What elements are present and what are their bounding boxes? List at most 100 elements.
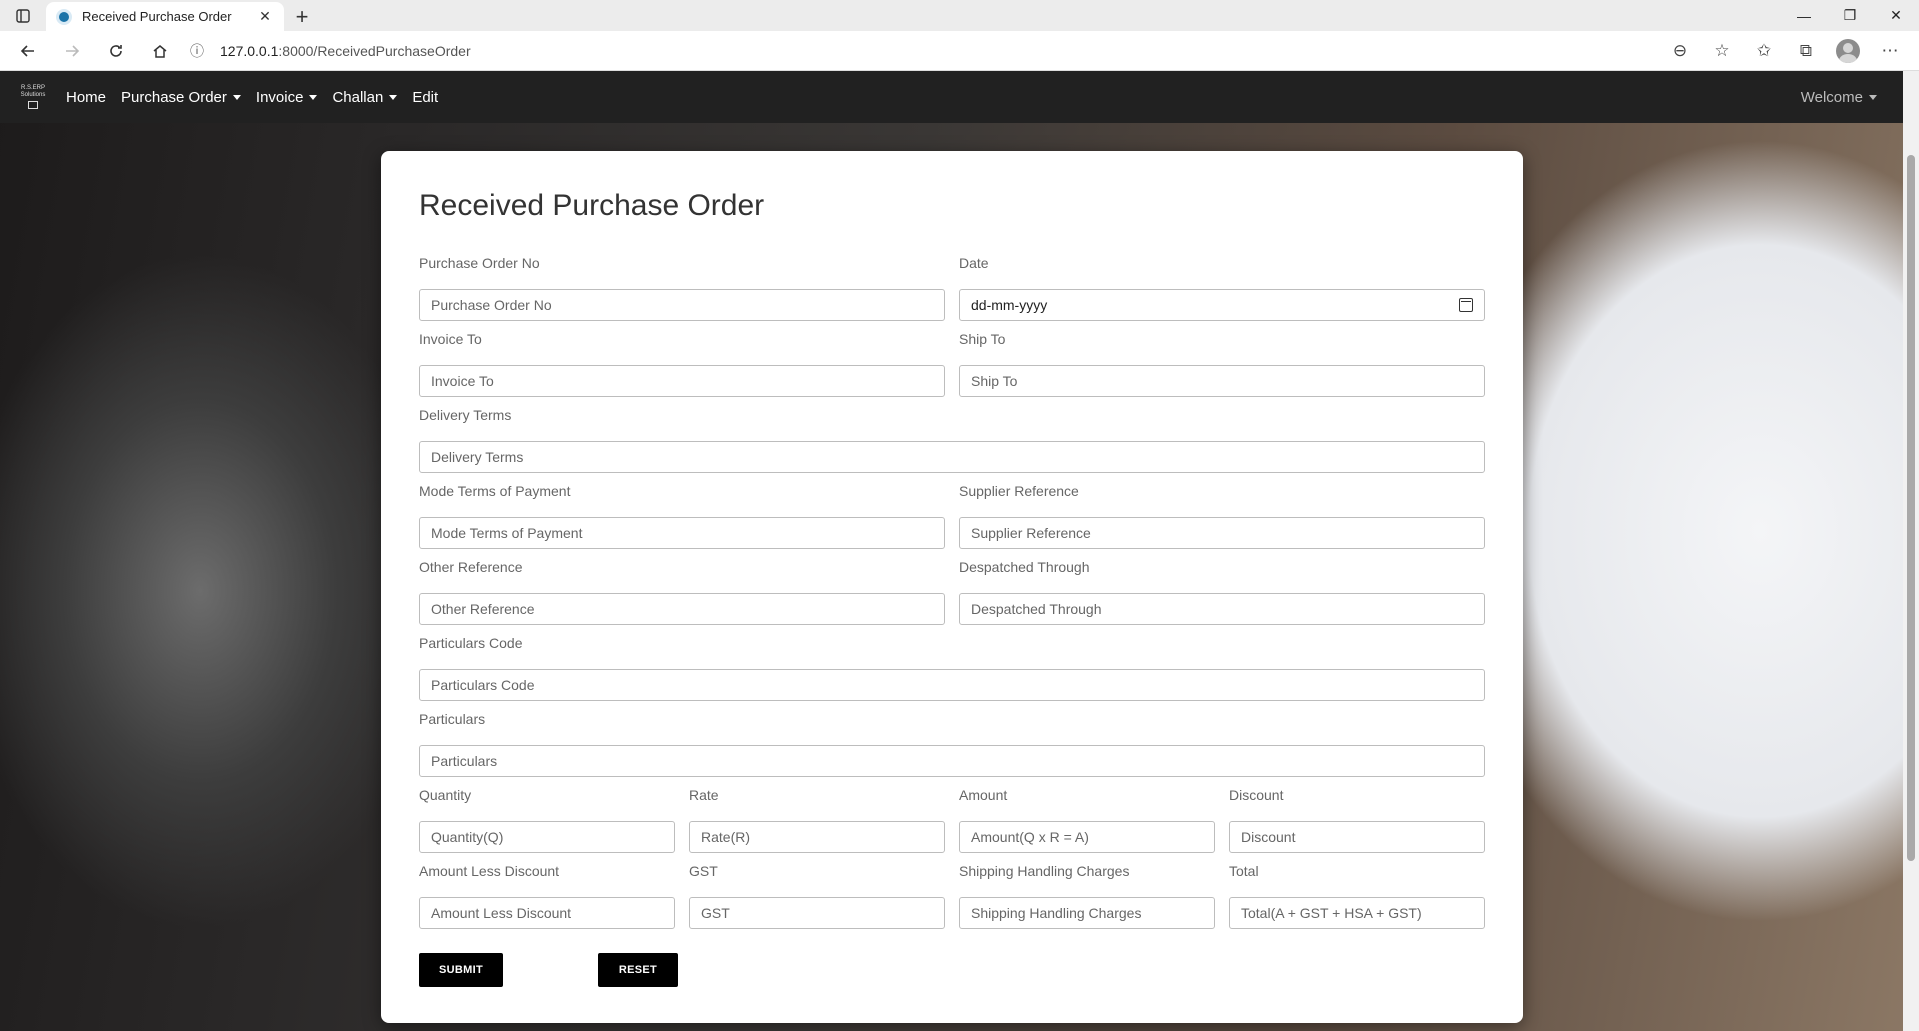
tab-title: Received Purchase Order: [82, 9, 232, 24]
field-quantity: Quantity Quantity(Q): [419, 787, 675, 853]
rate-input[interactable]: Rate(R): [689, 821, 945, 853]
favicon-icon: [56, 8, 72, 25]
page-scrollbar[interactable]: [1903, 71, 1919, 1031]
label-shipping-handling: Shipping Handling Charges: [959, 863, 1130, 879]
other-reference-input[interactable]: Other Reference: [419, 593, 945, 625]
discount-input[interactable]: Discount: [1229, 821, 1485, 853]
laptop-icon: [28, 101, 38, 109]
nav-edit[interactable]: Edit: [412, 89, 438, 106]
submit-button[interactable]: SUBMIT: [419, 953, 503, 987]
url-bar[interactable]: ⓘ 127.0.0.1:8000/ReceivedPurchaseOrder: [190, 35, 1720, 67]
page-viewport: R.S.ERP Solutions Home Purchase Order In…: [0, 71, 1919, 1031]
mode-terms-payment-input[interactable]: Mode Terms of Payment: [419, 517, 945, 549]
shipping-handling-input[interactable]: Shipping Handling Charges: [959, 897, 1215, 929]
page-title: Received Purchase Order: [419, 189, 765, 222]
reset-button[interactable]: RESET: [598, 953, 678, 987]
browser-tab-bar: Received Purchase Order ✕ + — ❐ ✕: [0, 0, 1919, 31]
label-other-reference: Other Reference: [419, 559, 523, 575]
tab-actions-icon[interactable]: [0, 0, 46, 31]
particulars-code-input[interactable]: Particulars Code: [419, 669, 1485, 701]
total-input[interactable]: Total(A + GST + HSA + GST): [1229, 897, 1485, 929]
caret-down-icon: [309, 94, 318, 100]
label-date: Date: [959, 255, 989, 271]
refresh-icon[interactable]: [94, 33, 138, 69]
label-supplier-reference: Supplier Reference: [959, 483, 1079, 499]
nav-challan[interactable]: Challan: [332, 89, 398, 106]
label-delivery-terms: Delivery Terms: [419, 407, 512, 423]
url-text: 127.0.0.1:8000/ReceivedPurchaseOrder: [220, 43, 471, 59]
field-supplier-reference: Supplier Reference Supplier Reference: [959, 483, 1485, 549]
field-purchase-order-no: Purchase Order No Purchase Order No: [419, 255, 945, 321]
brand-line1: R.S.ERP: [20, 85, 45, 91]
supplier-reference-input[interactable]: Supplier Reference: [959, 517, 1485, 549]
field-total: Total Total(A + GST + HSA + GST): [1229, 863, 1485, 929]
gst-input[interactable]: GST: [689, 897, 945, 929]
caret-down-icon: [389, 94, 398, 100]
forward-arrow-icon[interactable]: [50, 33, 94, 69]
field-rate: Rate Rate(R): [689, 787, 945, 853]
field-date: Date dd-mm-yyyy: [959, 255, 1485, 321]
profile-icon[interactable]: [1829, 33, 1867, 69]
favorites-icon[interactable]: ✩: [1745, 33, 1783, 69]
more-menu-icon[interactable]: ⋯: [1871, 33, 1909, 69]
site-info-icon[interactable]: ⓘ: [190, 41, 212, 61]
browser-address-bar: ⓘ 127.0.0.1:8000/ReceivedPurchaseOrder ⊖…: [0, 31, 1919, 71]
field-despatched-through: Despatched Through Despatched Through: [959, 559, 1485, 625]
label-invoice-to: Invoice To: [419, 331, 482, 347]
label-despatched-through: Despatched Through: [959, 559, 1090, 575]
nav-home[interactable]: Home: [66, 89, 106, 106]
label-rate: Rate: [689, 787, 719, 803]
field-invoice-to: Invoice To Invoice To: [419, 331, 945, 397]
date-placeholder: dd-mm-yyyy: [971, 297, 1048, 313]
label-amount: Amount: [959, 787, 1008, 803]
despatched-through-input[interactable]: Despatched Through: [959, 593, 1485, 625]
amount-less-discount-input[interactable]: Amount Less Discount: [419, 897, 675, 929]
label-amount-less-discount: Amount Less Discount: [419, 863, 560, 879]
label-particulars-code: Particulars Code: [419, 635, 523, 651]
avatar: [1836, 39, 1860, 63]
invoice-to-input[interactable]: Invoice To: [419, 365, 945, 397]
new-tab-icon[interactable]: +: [284, 2, 320, 31]
particulars-input[interactable]: Particulars: [419, 745, 1485, 777]
field-particulars: Particulars Particulars: [419, 711, 1485, 777]
label-quantity: Quantity: [419, 787, 472, 803]
label-mode-terms-payment: Mode Terms of Payment: [419, 483, 571, 499]
close-window-icon[interactable]: ✕: [1873, 0, 1919, 31]
date-input[interactable]: dd-mm-yyyy: [959, 289, 1485, 321]
back-arrow-icon[interactable]: [6, 33, 50, 69]
label-total: Total: [1229, 863, 1259, 879]
field-amount-less-discount: Amount Less Discount Amount Less Discoun…: [419, 863, 675, 929]
close-tab-icon[interactable]: ✕: [256, 8, 274, 25]
zoom-icon[interactable]: ⊖: [1661, 33, 1699, 69]
welcome-dropdown[interactable]: Welcome: [1801, 71, 1877, 123]
ship-to-input[interactable]: Ship To: [959, 365, 1485, 397]
field-shipping-handling: Shipping Handling Charges Shipping Handl…: [959, 863, 1215, 929]
collections-icon[interactable]: ⧉: [1787, 33, 1825, 69]
delivery-terms-input[interactable]: Delivery Terms: [419, 441, 1485, 473]
scrollbar-thumb[interactable]: [1907, 155, 1915, 861]
window-controls: — ❐ ✕: [1781, 0, 1919, 31]
nav-purchase-order[interactable]: Purchase Order: [121, 89, 241, 106]
field-mode-terms-payment: Mode Terms of Payment Mode Terms of Paym…: [419, 483, 945, 549]
field-amount: Amount Amount(Q x R = A): [959, 787, 1215, 853]
calendar-icon[interactable]: [1459, 298, 1473, 312]
label-particulars: Particulars: [419, 711, 486, 727]
caret-down-icon: [1869, 94, 1877, 100]
purchase-order-no-input[interactable]: Purchase Order No: [419, 289, 945, 321]
field-other-reference: Other Reference Other Reference: [419, 559, 945, 625]
quantity-input[interactable]: Quantity(Q): [419, 821, 675, 853]
field-gst: GST GST: [689, 863, 945, 929]
label-discount: Discount: [1229, 787, 1284, 803]
browser-tab[interactable]: Received Purchase Order ✕: [46, 2, 284, 31]
restore-icon[interactable]: ❐: [1827, 0, 1873, 31]
label-ship-to: Ship To: [959, 331, 1006, 347]
site-navbar: R.S.ERP Solutions Home Purchase Order In…: [0, 71, 1903, 123]
nav-invoice[interactable]: Invoice: [256, 89, 318, 106]
label-purchase-order-no: Purchase Order No: [419, 255, 540, 271]
minimize-icon[interactable]: —: [1781, 0, 1827, 31]
brand-logo[interactable]: R.S.ERP Solutions: [12, 77, 54, 117]
home-icon[interactable]: [138, 33, 182, 69]
add-favorite-icon[interactable]: ☆: [1703, 33, 1741, 69]
amount-input[interactable]: Amount(Q x R = A): [959, 821, 1215, 853]
brand-line2: Solutions: [20, 92, 46, 98]
